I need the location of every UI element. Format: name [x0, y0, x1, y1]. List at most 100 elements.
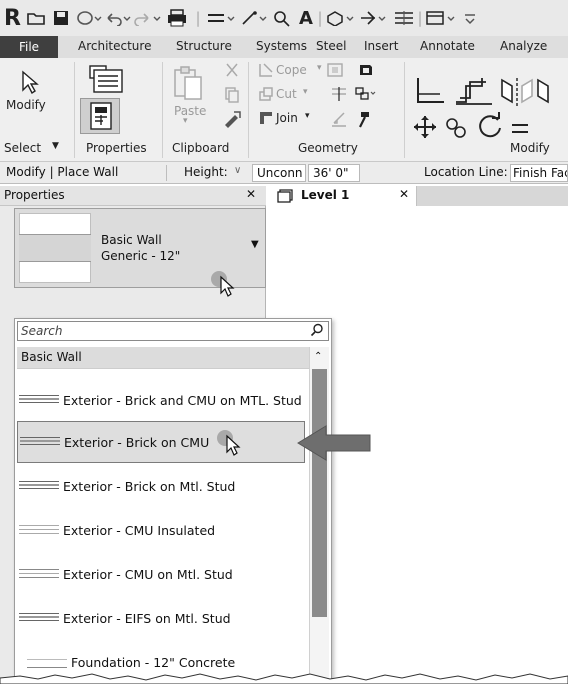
cursor-highlight-icon — [209, 269, 239, 302]
view-plan-icon — [277, 189, 293, 206]
list-item[interactable]: Exterior - CMU Insulated — [19, 509, 307, 551]
modify-cursor-icon[interactable] — [20, 70, 40, 99]
cut-button-label[interactable]: Cut — [276, 87, 297, 101]
select-panel-label[interactable]: Select — [4, 141, 41, 155]
tab-systems[interactable]: Systems — [256, 39, 307, 53]
trim-icon[interactable] — [510, 122, 530, 139]
scroll-up-icon[interactable]: ⌃ — [314, 351, 322, 362]
scroll-thumb[interactable] — [312, 369, 327, 617]
list-item-label: Exterior - Brick on CMU — [64, 434, 210, 450]
tab-insert[interactable]: Insert — [364, 39, 398, 53]
modify-button-label[interactable]: Modify — [6, 98, 46, 112]
undo-icon[interactable] — [104, 9, 132, 27]
move-icon[interactable] — [412, 114, 438, 143]
offset-icon[interactable] — [454, 76, 494, 109]
measure-icon[interactable] — [206, 9, 236, 27]
join-dropdown-arrow[interactable]: ▾ — [305, 111, 310, 121]
tab-file[interactable]: File — [0, 36, 58, 58]
location-line-value: Finish Face — [513, 166, 567, 180]
mirror-draw-icon[interactable] — [536, 76, 568, 109]
print-icon[interactable] — [166, 9, 188, 27]
search-input[interactable] — [21, 323, 301, 339]
tab-structure[interactable]: Structure — [176, 39, 232, 53]
redo-icon[interactable] — [134, 9, 162, 27]
join-icon[interactable] — [258, 110, 274, 129]
paste-icon[interactable] — [172, 64, 206, 105]
toolbar-separator: | — [317, 9, 323, 27]
sync-icon[interactable] — [76, 9, 102, 27]
geometry-tool-icon[interactable] — [358, 62, 374, 81]
list-item[interactable]: Exterior - Brick on Mtl. Stud — [19, 465, 307, 507]
split-face-icon[interactable] — [330, 86, 348, 105]
wall-type-icon — [20, 436, 60, 448]
cut-dropdown-arrow[interactable]: ▾ — [303, 87, 308, 97]
list-item[interactable]: Exterior - EIFS on Mtl. Stud — [19, 597, 307, 639]
remove-paint-icon[interactable] — [354, 86, 376, 105]
thin-lines-icon[interactable] — [392, 9, 416, 27]
clipboard-panel-label: Clipboard — [172, 141, 230, 155]
align-icon[interactable] — [414, 76, 448, 109]
type-properties-icon[interactable] — [86, 62, 126, 99]
ribbon-tab-bar: File Architecture Structure Systems Stee… — [0, 36, 568, 58]
paint-icon[interactable] — [330, 110, 348, 131]
tag-icon[interactable] — [272, 9, 292, 27]
match-properties-icon[interactable] — [222, 110, 242, 133]
cope-button-label[interactable]: Cope — [276, 63, 307, 77]
text-icon[interactable]: A — [296, 8, 316, 29]
cut-clipboard-icon[interactable] — [224, 62, 240, 81]
location-line-select[interactable]: Finish Face — [510, 164, 568, 182]
height-dropdown-icon[interactable]: ∨ — [234, 165, 241, 176]
tab-annotate[interactable]: Annotate — [420, 39, 475, 53]
switch-windows-icon[interactable] — [426, 9, 460, 27]
view-tab-label: Level 1 — [301, 188, 350, 202]
list-item-selected[interactable]: Exterior - Brick on CMU — [17, 421, 305, 463]
wall-joins-icon[interactable] — [326, 62, 344, 81]
copy-element-icon[interactable] — [444, 114, 470, 143]
mirror-axis-icon[interactable] — [500, 76, 534, 109]
list-item-label: Exterior - EIFS on Mtl. Stud — [63, 610, 231, 626]
tab-analyze[interactable]: Analyze — [500, 39, 547, 53]
paste-button-label[interactable]: Paste — [174, 104, 206, 118]
type-selector[interactable]: Basic Wall Generic - 12" ▼ — [14, 208, 266, 297]
properties-title: Properties — [4, 188, 65, 202]
copy-icon[interactable] — [224, 86, 240, 107]
paste-dropdown-arrow[interactable]: ▾ — [183, 116, 188, 126]
tab-steel[interactable]: Steel — [316, 39, 346, 53]
ribbon-panel: Modify Paste ▾ Cope ▾ Cut ▾ Join ▾ Selec… — [0, 58, 568, 162]
rotate-icon[interactable] — [476, 112, 504, 143]
view-tab-close-icon[interactable]: ✕ — [399, 187, 409, 201]
wall-type-icon — [19, 612, 59, 624]
customize-toolbar-icon[interactable] — [462, 9, 478, 27]
properties-close-icon[interactable]: ✕ — [246, 187, 256, 201]
list-item-label: Exterior - Brick and CMU on MTL. Stud — [63, 392, 302, 408]
tab-architecture[interactable]: Architecture — [78, 39, 151, 53]
3d-view-icon[interactable] — [326, 9, 356, 27]
list-item[interactable]: Exterior - Brick and CMU on MTL. Stud — [19, 379, 307, 421]
search-box[interactable] — [17, 321, 329, 341]
height-value: 36' 0" — [313, 166, 349, 180]
revit-logo[interactable]: R — [4, 6, 21, 31]
select-panel-arrow[interactable]: ▼ — [52, 141, 59, 151]
group-header: Basic Wall — [17, 347, 309, 369]
list-item[interactable]: Exterior - CMU on Mtl. Stud — [19, 553, 307, 595]
wall-type-icon — [27, 656, 67, 668]
unconn-select[interactable]: Unconn∨ — [252, 164, 306, 182]
cut-geometry-icon[interactable] — [258, 86, 274, 105]
type-family-label: Basic Wall — [101, 233, 162, 247]
properties-icon[interactable] — [80, 98, 120, 134]
dimension-icon[interactable] — [240, 9, 268, 27]
list-item-label: Exterior - CMU on Mtl. Stud — [63, 566, 233, 582]
demolish-hammer-icon[interactable] — [356, 110, 374, 131]
type-selector-dropdown-icon[interactable]: ▼ — [251, 239, 259, 250]
wall-type-preview — [19, 213, 91, 283]
save-icon[interactable] — [52, 9, 70, 27]
cope-icon[interactable] — [258, 62, 274, 81]
section-icon[interactable] — [358, 9, 388, 27]
open-folder-icon[interactable] — [26, 9, 46, 27]
group-label: Basic Wall — [21, 350, 82, 364]
cope-dropdown-arrow[interactable]: ▾ — [317, 63, 322, 73]
scrollbar[interactable]: ⌃ — [309, 347, 329, 683]
join-button-label[interactable]: Join — [276, 111, 298, 125]
tab-level-1[interactable]: Level 1 ✕ — [267, 186, 417, 206]
height-value-field[interactable]: 36' 0" — [308, 164, 360, 182]
